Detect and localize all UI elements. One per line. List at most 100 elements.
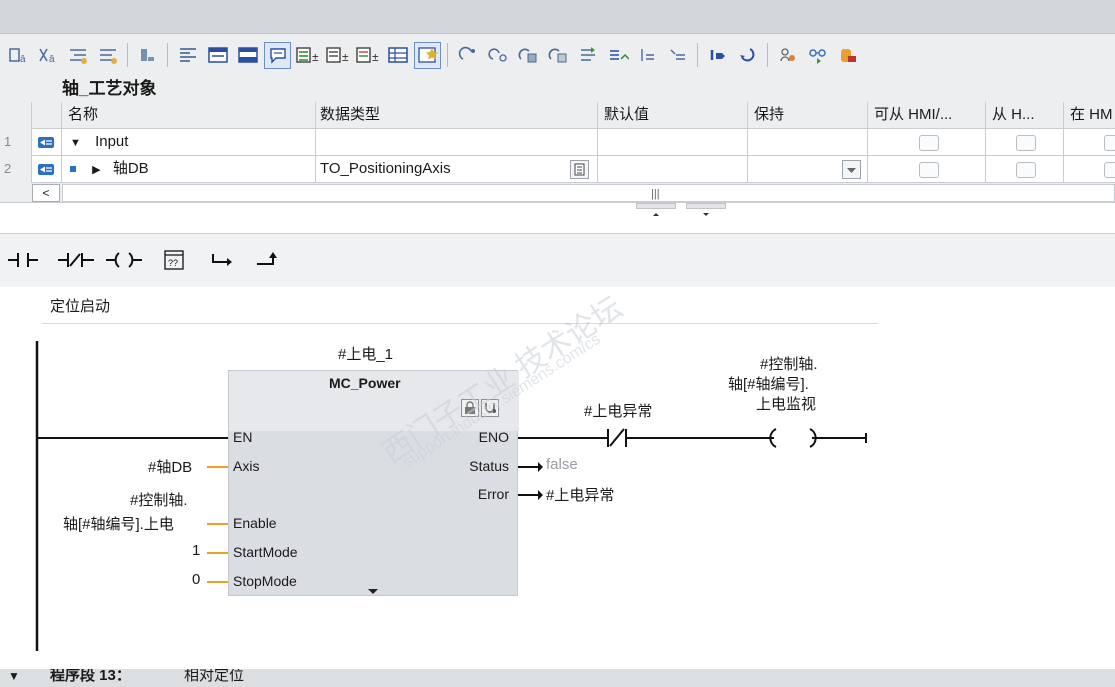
expand-triangle-icon[interactable]: ▶ <box>92 164 100 176</box>
add-address-icon[interactable]: ± <box>294 42 321 69</box>
comment-icon[interactable] <box>264 41 291 69</box>
lad-icon[interactable] <box>204 42 231 69</box>
compare2-icon[interactable] <box>544 42 571 69</box>
expand-icon[interactable] <box>664 42 691 69</box>
jump-icon[interactable] <box>484 42 511 69</box>
table-row[interactable]: 2 ▶ 轴DB TO_PositioningAxis <box>0 156 1115 183</box>
add-row-icon[interactable]: ā <box>34 42 61 69</box>
row-number: 1 <box>0 129 32 156</box>
column-header-default[interactable]: 默认值 <box>598 102 748 129</box>
pin-enable[interactable]: Enable <box>233 515 277 531</box>
network-down-icon[interactable] <box>634 42 661 69</box>
goto-icon[interactable] <box>454 42 481 69</box>
row-type-cell[interactable] <box>316 129 598 156</box>
empty-box-icon[interactable]: ?? <box>162 246 186 274</box>
hmi-access-checkbox[interactable] <box>919 135 939 151</box>
add-symbol-icon[interactable]: ± <box>324 42 351 69</box>
column-header-hmi-access[interactable]: 可从 HMI/... <box>868 102 986 129</box>
compare-icon[interactable] <box>514 42 541 69</box>
hmi-visible-checkbox[interactable] <box>1016 135 1036 151</box>
scroll-grip[interactable]: ||| <box>651 185 660 203</box>
column-header-name[interactable]: 名称 <box>62 102 316 129</box>
block-expand-icon[interactable] <box>367 583 379 599</box>
column-header-datatype[interactable]: 数据类型 <box>316 102 598 129</box>
row-type: TO_PositioningAxis <box>320 160 451 177</box>
glasses-icon[interactable] <box>804 42 831 69</box>
row-default-cell[interactable] <box>598 129 748 156</box>
toolbar-separator <box>697 43 698 67</box>
retain-dropdown-icon[interactable] <box>842 160 861 179</box>
add-both-icon[interactable]: ± <box>354 42 381 69</box>
monitor-on-icon[interactable] <box>774 42 801 69</box>
table-header-row: 名称 数据类型 默认值 保持 可从 HMI/... 从 H... 在 HM <box>0 102 1115 129</box>
normally-open-contact-icon[interactable] <box>6 246 40 274</box>
datatype-browse-icon[interactable] <box>570 160 589 179</box>
row-name-cell[interactable]: ▶ 轴DB <box>62 156 316 183</box>
out-status-value[interactable]: false <box>546 456 578 473</box>
param-startmode[interactable]: 1 <box>192 542 200 559</box>
pin-status[interactable]: Status <box>469 458 509 474</box>
open-branch-icon[interactable] <box>210 246 236 274</box>
next-network-header[interactable]: ▼ 程序段 13： 相对定位 <box>0 669 1115 687</box>
horizontal-scrollbar[interactable]: < ||| <box>0 183 1115 203</box>
coil-label-line2[interactable]: 轴[#轴编号]. <box>728 373 809 394</box>
outdent-icon[interactable] <box>94 42 121 69</box>
pin-en[interactable]: EN <box>233 429 252 445</box>
nav-fwd-icon[interactable] <box>734 42 761 69</box>
column-header-retain[interactable]: 保持 <box>748 102 868 129</box>
pin-axis[interactable]: Axis <box>233 458 259 474</box>
param-stopmode[interactable]: 0 <box>192 571 200 588</box>
out-error-var[interactable]: #上电异常 <box>546 484 614 505</box>
hmi-visible-checkbox[interactable] <box>1016 162 1036 178</box>
hmi-access-checkbox[interactable] <box>919 162 939 178</box>
row-retain-cell[interactable] <box>748 129 868 156</box>
coil-label-line1[interactable]: #控制轴. <box>760 353 818 374</box>
network-title[interactable]: 相对定位 <box>184 669 244 687</box>
row-hmi-access-cell <box>868 129 986 156</box>
insert-row-icon[interactable]: ā <box>4 42 31 69</box>
collapse-triangle-icon[interactable]: ▼ <box>70 137 81 149</box>
network-collapse-icon[interactable]: ▼ <box>8 669 20 687</box>
in-hmi-checkbox[interactable] <box>1104 162 1115 178</box>
db-icon[interactable] <box>834 42 861 69</box>
nav-back-icon[interactable] <box>704 42 731 69</box>
scroll-track[interactable]: ||| <box>62 184 1115 202</box>
row-name-cell[interactable]: ▼ Input <box>62 129 316 156</box>
row-retain-cell[interactable] <box>748 156 868 183</box>
member-square-icon <box>70 166 76 173</box>
list-view-icon[interactable] <box>174 42 201 69</box>
param-enable-line1[interactable]: #控制轴. <box>130 489 188 510</box>
pin-error[interactable]: Error <box>478 486 509 502</box>
column-header-hmi-visible[interactable]: 从 H... <box>986 102 1064 129</box>
param-axis[interactable]: #轴DB <box>148 456 192 477</box>
network-up-icon[interactable] <box>604 42 631 69</box>
contact-label[interactable]: #上电异常 <box>584 400 652 421</box>
instance-db-label[interactable]: #上电_1 <box>338 343 393 364</box>
branch-icon[interactable] <box>574 42 601 69</box>
scroll-left-icon[interactable]: < <box>32 184 60 202</box>
favorite-icon[interactable] <box>414 41 441 69</box>
param-enable-line2[interactable]: 轴[#轴编号].上电 <box>63 513 174 534</box>
pin-eno[interactable]: ENO <box>479 429 509 445</box>
row-default-cell[interactable] <box>598 156 748 183</box>
row-number: 2 <box>0 156 32 183</box>
splitter-down-arrow[interactable] <box>686 203 726 216</box>
row-hmi-visible-cell <box>986 156 1064 183</box>
close-branch-icon[interactable] <box>254 246 280 274</box>
column-header-in-hmi[interactable]: 在 HM <box>1064 102 1115 129</box>
row-type-cell[interactable]: TO_PositioningAxis <box>316 156 598 183</box>
window-top-strip <box>0 0 1115 34</box>
indent-icon[interactable] <box>64 42 91 69</box>
normally-closed-contact-icon[interactable] <box>56 246 96 274</box>
in-hmi-checkbox[interactable] <box>1104 135 1115 151</box>
coil-label-line3[interactable]: 上电监视 <box>756 393 816 414</box>
table-icon[interactable] <box>384 42 411 69</box>
monitor-icon[interactable] <box>134 42 161 69</box>
table-row[interactable]: 1 ▼ Input <box>0 129 1115 156</box>
splitter-up-arrow[interactable] <box>636 203 676 216</box>
pin-stopmode[interactable]: StopMode <box>233 573 297 589</box>
coil-icon[interactable] <box>104 246 144 274</box>
fbd-icon[interactable] <box>234 42 261 69</box>
header-num <box>0 102 32 129</box>
pin-startmode[interactable]: StartMode <box>233 544 298 560</box>
